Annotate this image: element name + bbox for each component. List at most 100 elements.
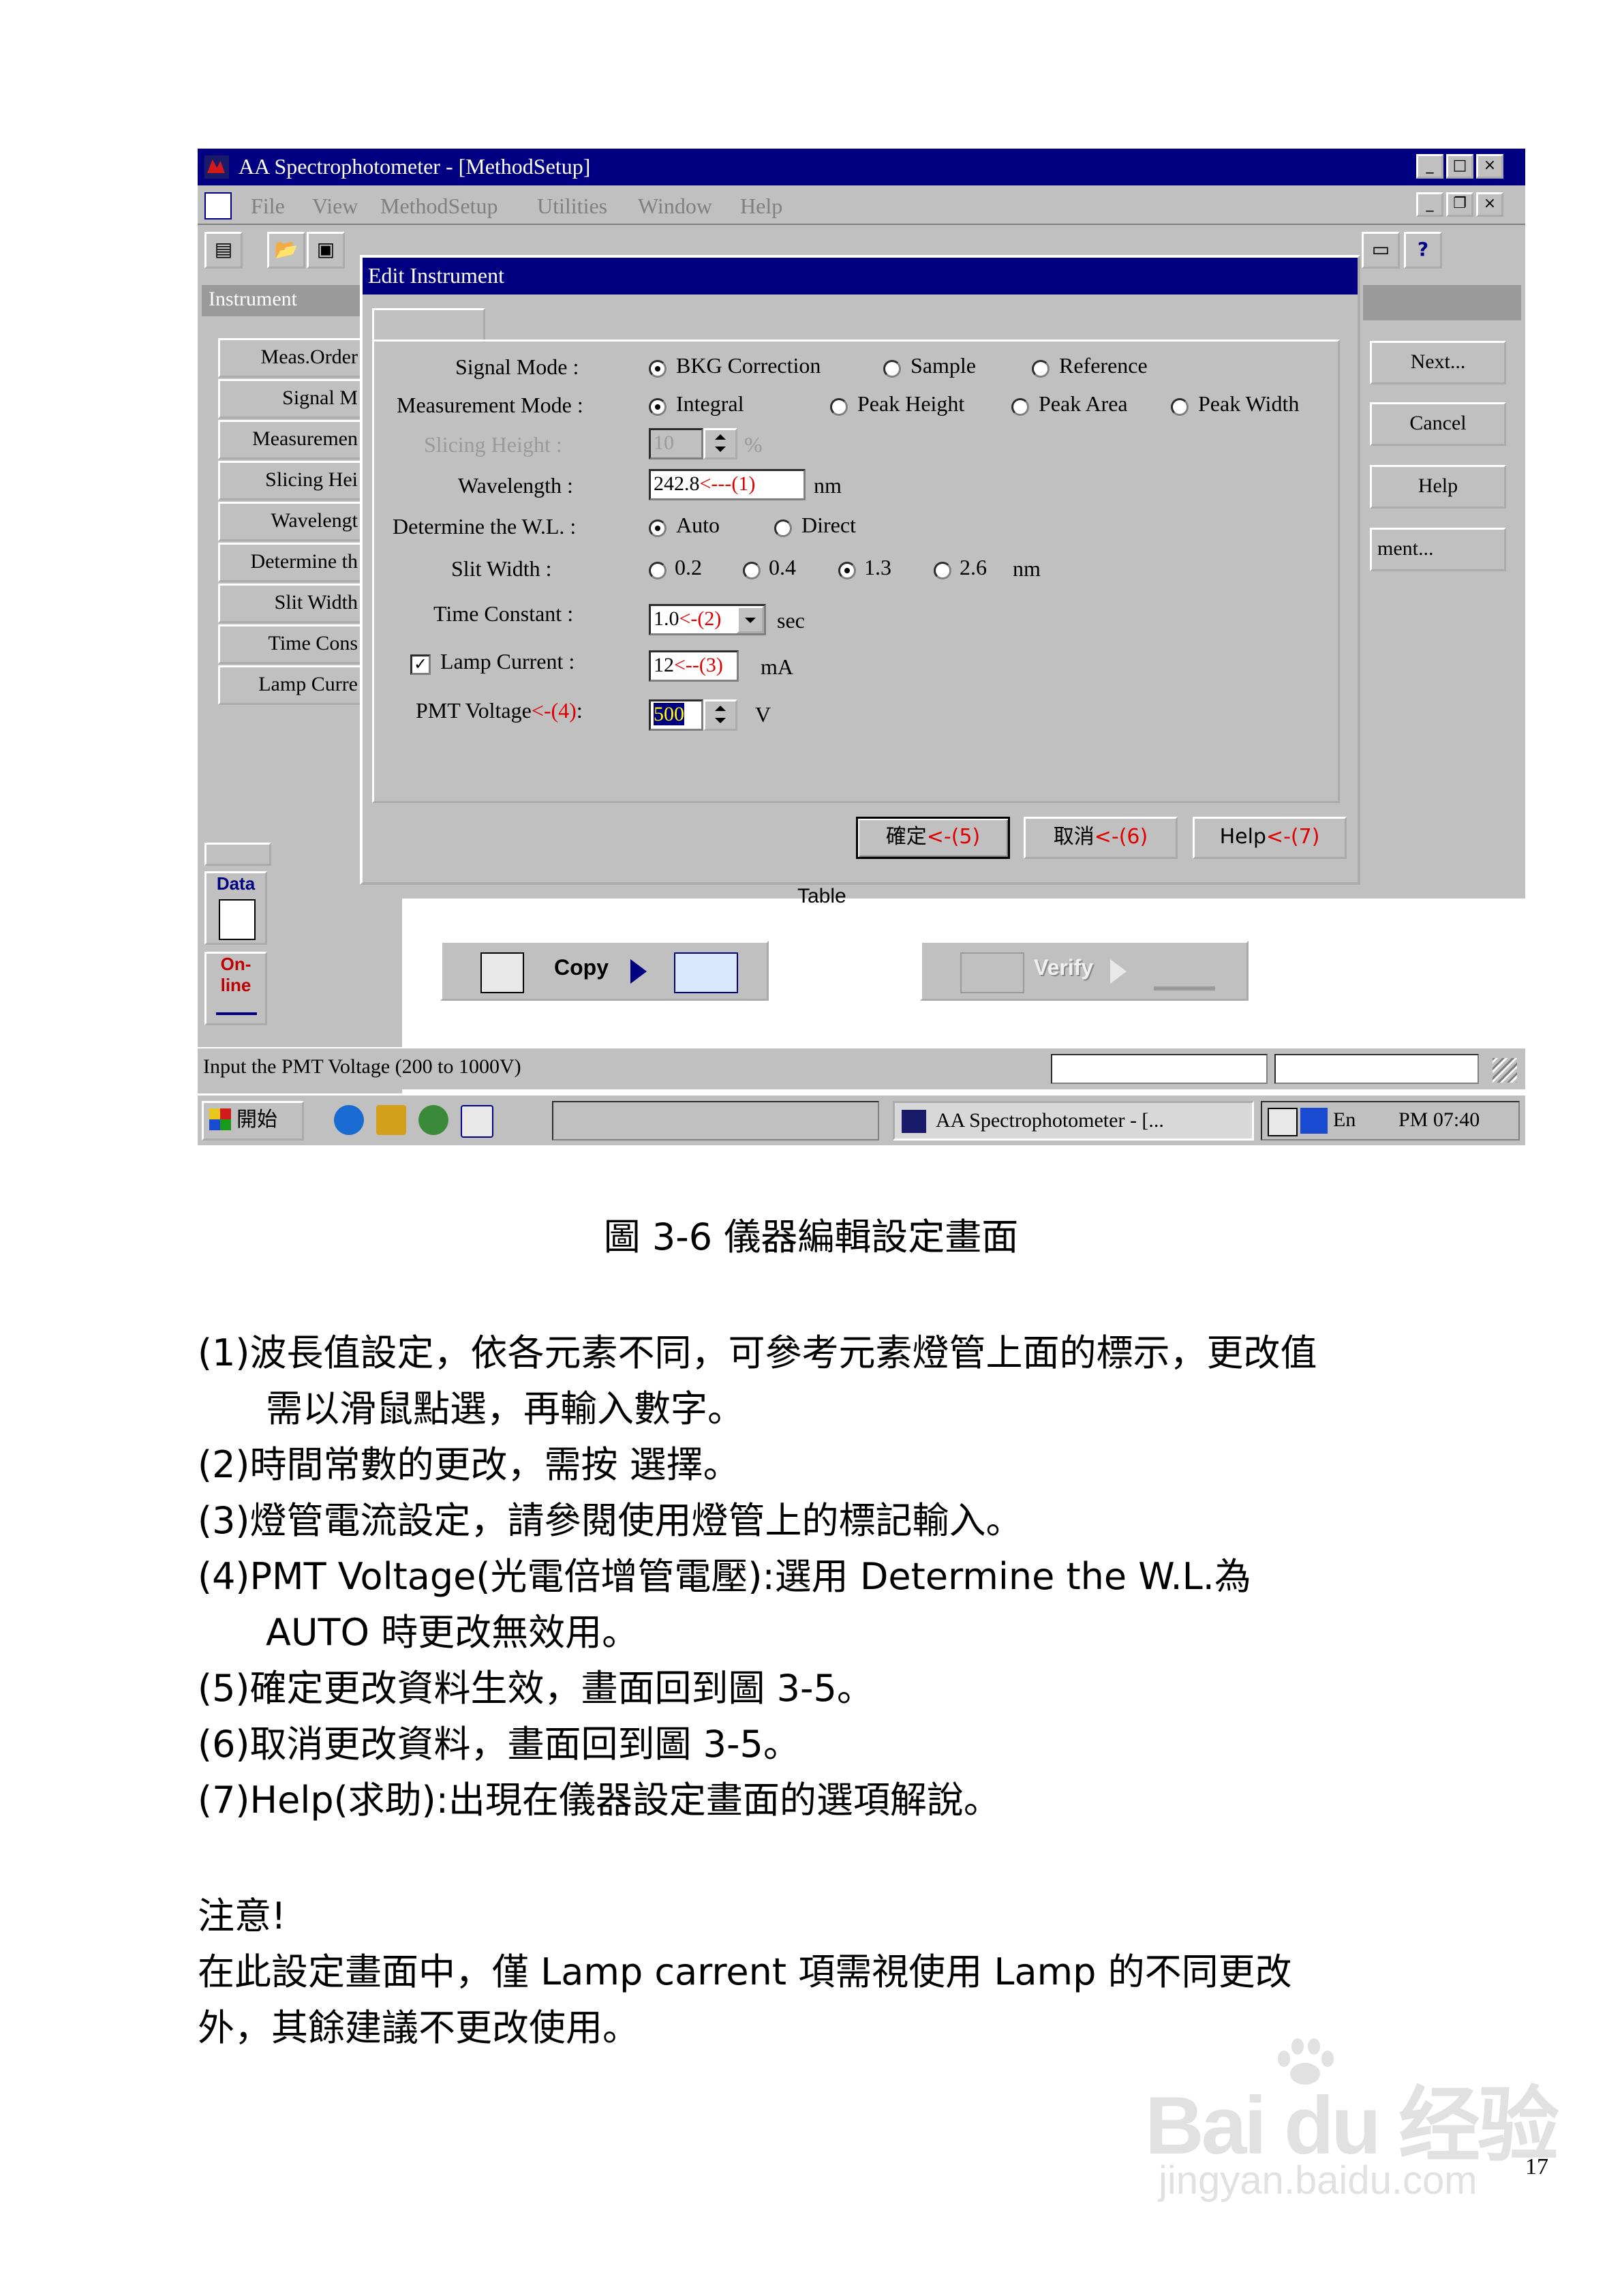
signal-reference-radio[interactable] (1032, 360, 1050, 378)
taskbar-app-button[interactable]: AA Spectrophotometer - [... (893, 1101, 1254, 1141)
time-constant-combo[interactable]: 1.0<-(2) (649, 604, 766, 635)
pmt-voltage-unit: V (755, 702, 771, 727)
resize-grip-icon[interactable] (1493, 1058, 1517, 1083)
calibration-side-icon[interactable] (204, 843, 271, 866)
note-line-4: (4)PMT Voltage(光電倍增管電壓):選用 Determine the… (198, 1555, 1251, 1598)
ok-button-label: 確定 (885, 825, 927, 849)
wl-auto-radio[interactable] (649, 519, 667, 537)
instrument-item-wavelength[interactable]: Wavelengt (218, 502, 367, 541)
signal-sample-radio[interactable] (883, 360, 901, 378)
dialog-tab[interactable] (372, 308, 485, 342)
menu-help[interactable]: Help (740, 194, 782, 219)
instrument-element-button[interactable]: ment... (1370, 528, 1506, 571)
menu-window[interactable]: Window (638, 194, 712, 219)
dialog-title: Edit Instrument (368, 263, 504, 288)
help-button[interactable]: Help<-(7) (1193, 817, 1347, 859)
ime-icon[interactable] (1300, 1108, 1328, 1134)
signal-bkg-radio[interactable] (649, 360, 667, 378)
meas-peak-height-radio[interactable] (830, 398, 848, 416)
scheduler-icon[interactable] (1268, 1108, 1298, 1136)
wavelength-unit: nm (814, 473, 842, 498)
time-constant-dropdown-icon[interactable] (737, 606, 764, 633)
wavelength-input[interactable]: 242.8<---(1) (649, 469, 806, 500)
cancel-button[interactable]: 取消<-(6) (1024, 817, 1178, 859)
instrument-item-time-constant[interactable]: Time Cons (218, 624, 367, 664)
slit-02-radio[interactable] (649, 562, 667, 579)
meas-peak-width-radio[interactable] (1171, 398, 1189, 416)
maximize-icon[interactable]: □ (1446, 154, 1473, 179)
doc-close-icon[interactable]: × (1476, 192, 1503, 217)
instrument-item-measurement-mode[interactable]: Measuremen (218, 420, 367, 459)
taskbar: 開始 AA Spectrophotometer - [... En PM 07:… (198, 1093, 1525, 1145)
outlook-icon[interactable] (418, 1105, 448, 1135)
slit-26-label: 2.6 (960, 555, 987, 579)
menu-file[interactable]: File (251, 194, 285, 219)
taskbar-app-label: AA Spectrophotometer - [... (936, 1109, 1164, 1132)
language-indicator[interactable]: En (1333, 1102, 1356, 1138)
instrument-item-lamp-current[interactable]: Lamp Curre (218, 665, 367, 705)
slit-02-label: 0.2 (675, 555, 702, 579)
next-button[interactable]: Next... (1370, 341, 1506, 384)
slit-26-radio[interactable] (934, 562, 951, 579)
instrument-item-slicing-height[interactable]: Slicing Hei (218, 461, 367, 500)
pmt-voltage-annotation: <-(4) (531, 698, 577, 723)
copy-button[interactable]: Copy (440, 941, 769, 1001)
meas-peak-width-label: Peak Width (1198, 391, 1300, 416)
taskbar-empty-slot (552, 1101, 879, 1141)
menu-methodsetup[interactable]: MethodSetup (380, 194, 498, 219)
time-constant-value: 1.0 (654, 607, 679, 630)
wl-direct-radio[interactable] (774, 519, 792, 537)
doc-restore-icon[interactable]: ❐ (1446, 192, 1473, 217)
instrument-item-determine-wl[interactable]: Determine th (218, 543, 367, 582)
channel-icon[interactable] (461, 1105, 493, 1138)
slit-13-radio[interactable] (838, 562, 856, 579)
watermark-url: jingyan.baidu.com (1159, 2158, 1478, 2203)
instrument-item-meas-order[interactable]: Meas.Order (218, 338, 367, 378)
time-constant-unit: sec (777, 608, 805, 633)
cancel-button-annotation: <-(6) (1094, 825, 1148, 849)
note-line-3: (3)燈管電流設定，請參閱使用燈管上的標記輸入。 (198, 1499, 1023, 1542)
slit-04-radio[interactable] (743, 562, 761, 579)
menu-view[interactable]: View (312, 194, 358, 219)
instrument-item-signal-mode[interactable]: Signal M (218, 379, 367, 419)
help-question-icon[interactable]: ? (1404, 232, 1442, 269)
instrument-item-slit-width[interactable]: Slit Width (218, 584, 367, 623)
time-constant-annotation: <-(2) (679, 607, 722, 630)
help-button-main[interactable]: Help (1370, 465, 1506, 509)
pmt-voltage-spinner[interactable] (703, 699, 737, 731)
menu-bar: File View MethodSetup Utilities Window H… (198, 187, 1525, 225)
ie-icon[interactable] (334, 1105, 364, 1135)
save-icon[interactable]: ▣ (307, 232, 345, 269)
lamp-current-input[interactable]: 12<--(3) (649, 650, 739, 682)
meas-integral-radio[interactable] (649, 398, 667, 416)
start-button[interactable]: 開始 (202, 1101, 304, 1141)
doc-minimize-icon[interactable]: _ (1416, 192, 1443, 217)
minimize-icon[interactable]: _ (1416, 154, 1443, 179)
slicing-height-field: 10 (649, 428, 703, 459)
monitor-icon[interactable]: ▭ (1362, 232, 1400, 269)
data-side-button[interactable]: Data (204, 871, 267, 945)
system-tray: En PM 07:40 (1261, 1101, 1520, 1141)
meas-peak-area-label: Peak Area (1039, 391, 1128, 416)
cancel-button-main[interactable]: Cancel (1370, 402, 1506, 446)
instrument-item-list: Meas.Order Signal M Measuremen Slicing H… (218, 338, 368, 720)
help-button-label: Help (1219, 825, 1266, 849)
online-side-button[interactable]: On-line (204, 952, 267, 1025)
pmt-voltage-value: 500 (654, 703, 684, 725)
method-list-icon[interactable]: ▤ (204, 232, 243, 269)
close-icon[interactable]: × (1476, 154, 1503, 179)
help-button-annotation: <-(7) (1266, 825, 1320, 849)
pmt-voltage-input[interactable]: 500 (649, 699, 703, 731)
lamp-current-label: Lamp Current : (440, 649, 575, 674)
menu-utilities[interactable]: Utilities (537, 194, 607, 219)
wavelength-value: 242.8 (654, 472, 700, 495)
lamp-current-checkbox[interactable]: ✓ (410, 654, 431, 675)
meas-peak-area-radio[interactable] (1011, 398, 1029, 416)
signal-reference-label: Reference (1059, 353, 1148, 378)
open-folder-icon[interactable]: 📂 (267, 232, 305, 269)
app-title-bar: AA Spectrophotometer - [MethodSetup] _ □… (198, 149, 1525, 185)
ok-button[interactable]: 確定<-(5) (856, 817, 1010, 859)
desktop-icon[interactable] (376, 1105, 406, 1135)
pmt-voltage-label-group: PMT Voltage<-(4): (416, 698, 583, 723)
wl-auto-label: Auto (676, 513, 720, 537)
